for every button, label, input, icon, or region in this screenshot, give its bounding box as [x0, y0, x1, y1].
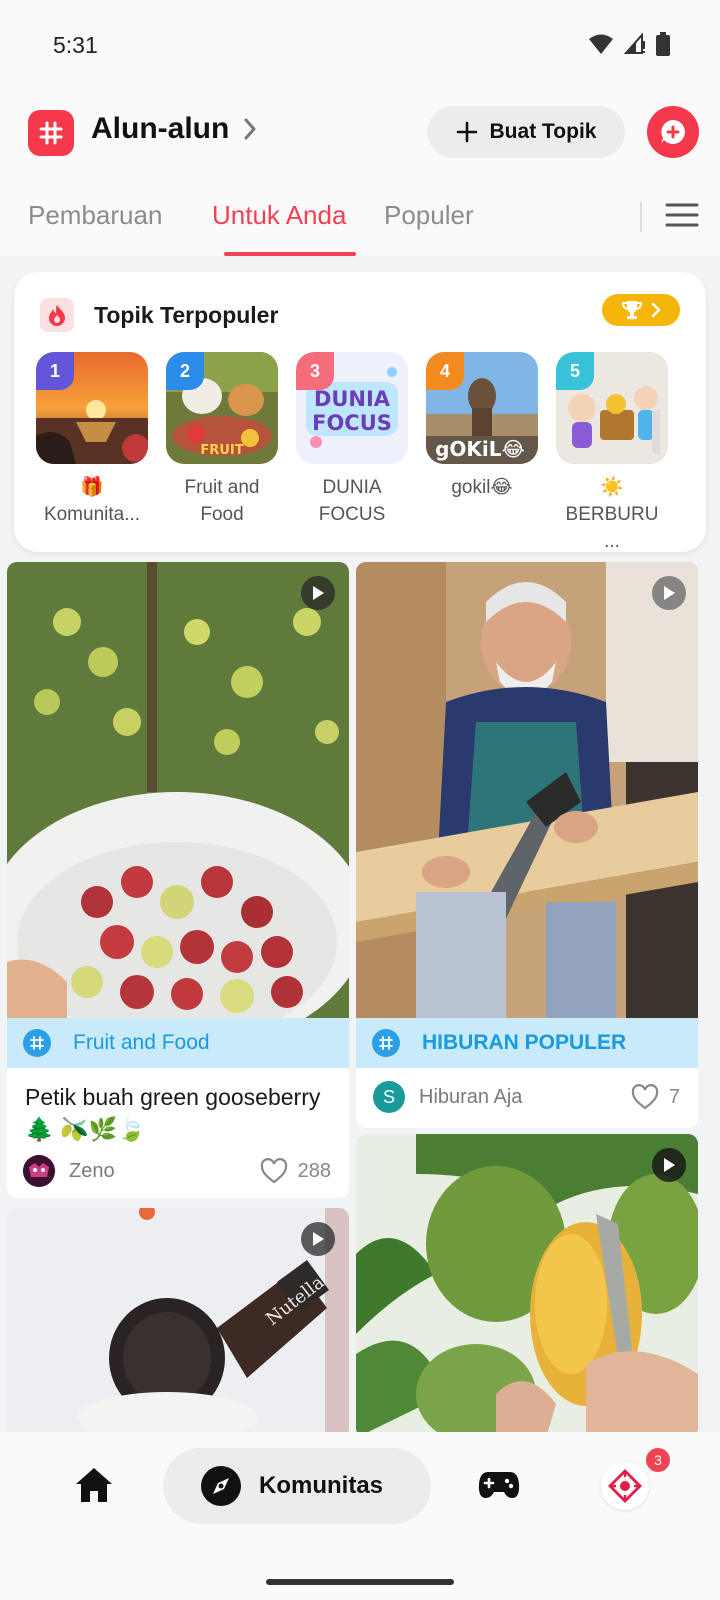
create-topic-label: Buat Topik: [489, 120, 597, 143]
video-play-icon: [301, 1222, 335, 1256]
avatar: [23, 1155, 55, 1187]
feed-post-card[interactable]: Nutella: [7, 1208, 349, 1438]
topic-tag-label: HIBURAN POPULER: [422, 1031, 627, 1054]
status-time: 5:31: [53, 32, 98, 58]
video-play-icon: [652, 1148, 686, 1182]
status-icons: [588, 32, 670, 56]
hashtag-icon: [372, 1029, 400, 1057]
topic-thumbnail: DUNIA FOCUS 3: [296, 352, 408, 464]
chevron-right-icon[interactable]: [243, 116, 257, 142]
compass-icon: [201, 1466, 241, 1506]
post-thumbnail: [356, 562, 698, 1018]
post-author[interactable]: Zeno: [23, 1155, 115, 1187]
nav-komunitas-label: Komunitas: [259, 1472, 384, 1499]
like-button[interactable]: 288: [260, 1158, 331, 1184]
topic-name: 🎁 Komunita...: [43, 477, 141, 525]
avatar: S: [373, 1081, 405, 1113]
hashtag-logo-icon: [28, 110, 74, 156]
topic-tag-label: Fruit and Food: [73, 1031, 210, 1054]
topic-name: DUNIA FOCUS: [318, 477, 386, 525]
home-indicator: [266, 1579, 454, 1585]
tab-populer[interactable]: Populer: [384, 200, 474, 231]
author-name: Hiburan Aja: [419, 1085, 523, 1108]
like-count: 288: [297, 1159, 331, 1182]
topic-thumbnail: FRUIT 2: [166, 352, 278, 464]
like-count: 7: [668, 1085, 680, 1108]
plus-icon: [456, 121, 477, 143]
topic-thumbnail: gOKiL😂 4: [426, 352, 538, 464]
topic-tag[interactable]: HIBURAN POPULER: [356, 1018, 698, 1068]
topic-thumbnail: 1: [36, 352, 148, 464]
post-title: Petik buah green gooseberry 🌲 🫒🌿🍃: [25, 1084, 321, 1142]
leaderboard-button[interactable]: [602, 294, 680, 326]
nav-profile-button[interactable]: [601, 1462, 649, 1510]
thumbnail-text: FRUIT: [200, 443, 243, 458]
post-thumbnail: [7, 562, 349, 1018]
topic-item-5[interactable]: 5 ☀️ BERBURU ...: [556, 352, 668, 552]
topic-rank-badge: 1: [36, 352, 74, 390]
video-play-icon: [652, 576, 686, 610]
heart-icon: [260, 1158, 287, 1184]
home-icon[interactable]: [74, 1466, 114, 1504]
feed-post-card[interactable]: HIBURAN POPULER S Hiburan Aja 7: [356, 562, 698, 1128]
thumbnail-text: FOCUS: [312, 411, 392, 435]
screen: 5:31 Alun-alun Buat Topik Pembaruan Untu…: [0, 0, 720, 1600]
tab-pembaruan[interactable]: Pembaruan: [28, 200, 162, 231]
menu-icon[interactable]: [665, 202, 699, 228]
topic-rank-badge: 2: [166, 352, 204, 390]
topic-rank-badge: 5: [556, 352, 594, 390]
topic-name: Fruit and Food: [184, 477, 260, 525]
topic-thumbnail: 5: [556, 352, 668, 464]
tab-untuk-anda[interactable]: Untuk Anda: [212, 200, 346, 231]
wifi-icon: [589, 34, 613, 54]
topic-item-3[interactable]: DUNIA FOCUS 3 DUNIA FOCUS: [296, 352, 408, 528]
hashtag-icon: [23, 1029, 51, 1057]
nav-komunitas-button[interactable]: Komunitas: [163, 1448, 431, 1524]
create-topic-button[interactable]: Buat Topik: [427, 106, 625, 158]
feed-post-card[interactable]: [356, 1134, 698, 1438]
chat-add-icon: [661, 120, 685, 144]
topic-tag[interactable]: Fruit and Food: [7, 1018, 349, 1068]
feed-post-card[interactable]: Fruit and Food Petik buah green gooseber…: [7, 562, 349, 1198]
tab-divider: [640, 202, 642, 232]
notification-badge: 3: [646, 1448, 670, 1472]
tab-bar: Pembaruan Untuk Anda Populer: [0, 174, 720, 256]
fire-icon: [40, 298, 74, 332]
status-bar: 5:31: [0, 0, 720, 92]
active-tab-indicator: [224, 252, 356, 256]
battery-icon: [656, 32, 670, 56]
thumbnail-text: gOKiL😂: [435, 437, 525, 461]
topic-item-4[interactable]: gOKiL😂 4 gokil😂: [426, 352, 538, 501]
app-header: Alun-alun Buat Topik: [0, 92, 720, 174]
popular-topics-title: Topik Terpopuler: [94, 302, 279, 328]
heart-icon: [631, 1084, 659, 1110]
target-icon: [608, 1469, 642, 1503]
topic-item-2[interactable]: FRUIT 2 Fruit and Food: [166, 352, 278, 528]
signal-icon: [624, 33, 645, 54]
topic-rank-badge: 3: [296, 352, 334, 390]
post-thumbnail: Nutella: [7, 1208, 349, 1438]
like-button[interactable]: 7: [631, 1084, 680, 1110]
author-name: Zeno: [69, 1159, 115, 1182]
new-chat-button[interactable]: [647, 106, 699, 158]
video-play-icon: [301, 576, 335, 610]
bottom-navigation: Komunitas 3: [0, 1432, 720, 1600]
trophy-icon: [621, 301, 643, 319]
topic-item-1[interactable]: 1 🎁 Komunita...: [36, 352, 148, 528]
page-title[interactable]: Alun-alun: [91, 112, 229, 146]
popular-topics-card: Topik Terpopuler 1 🎁 Komunita... FRUIT 2…: [14, 272, 706, 552]
gamepad-icon[interactable]: [478, 1466, 520, 1502]
topic-name: ☀️ BERBURU ...: [565, 477, 659, 552]
post-thumbnail: [356, 1134, 698, 1438]
chevron-right-icon: [651, 302, 661, 318]
thumbnail-text: DUNIA: [314, 387, 391, 411]
post-author[interactable]: S Hiburan Aja: [373, 1081, 522, 1113]
topic-name: gokil😂: [451, 477, 513, 498]
topic-rank-badge: 4: [426, 352, 464, 390]
